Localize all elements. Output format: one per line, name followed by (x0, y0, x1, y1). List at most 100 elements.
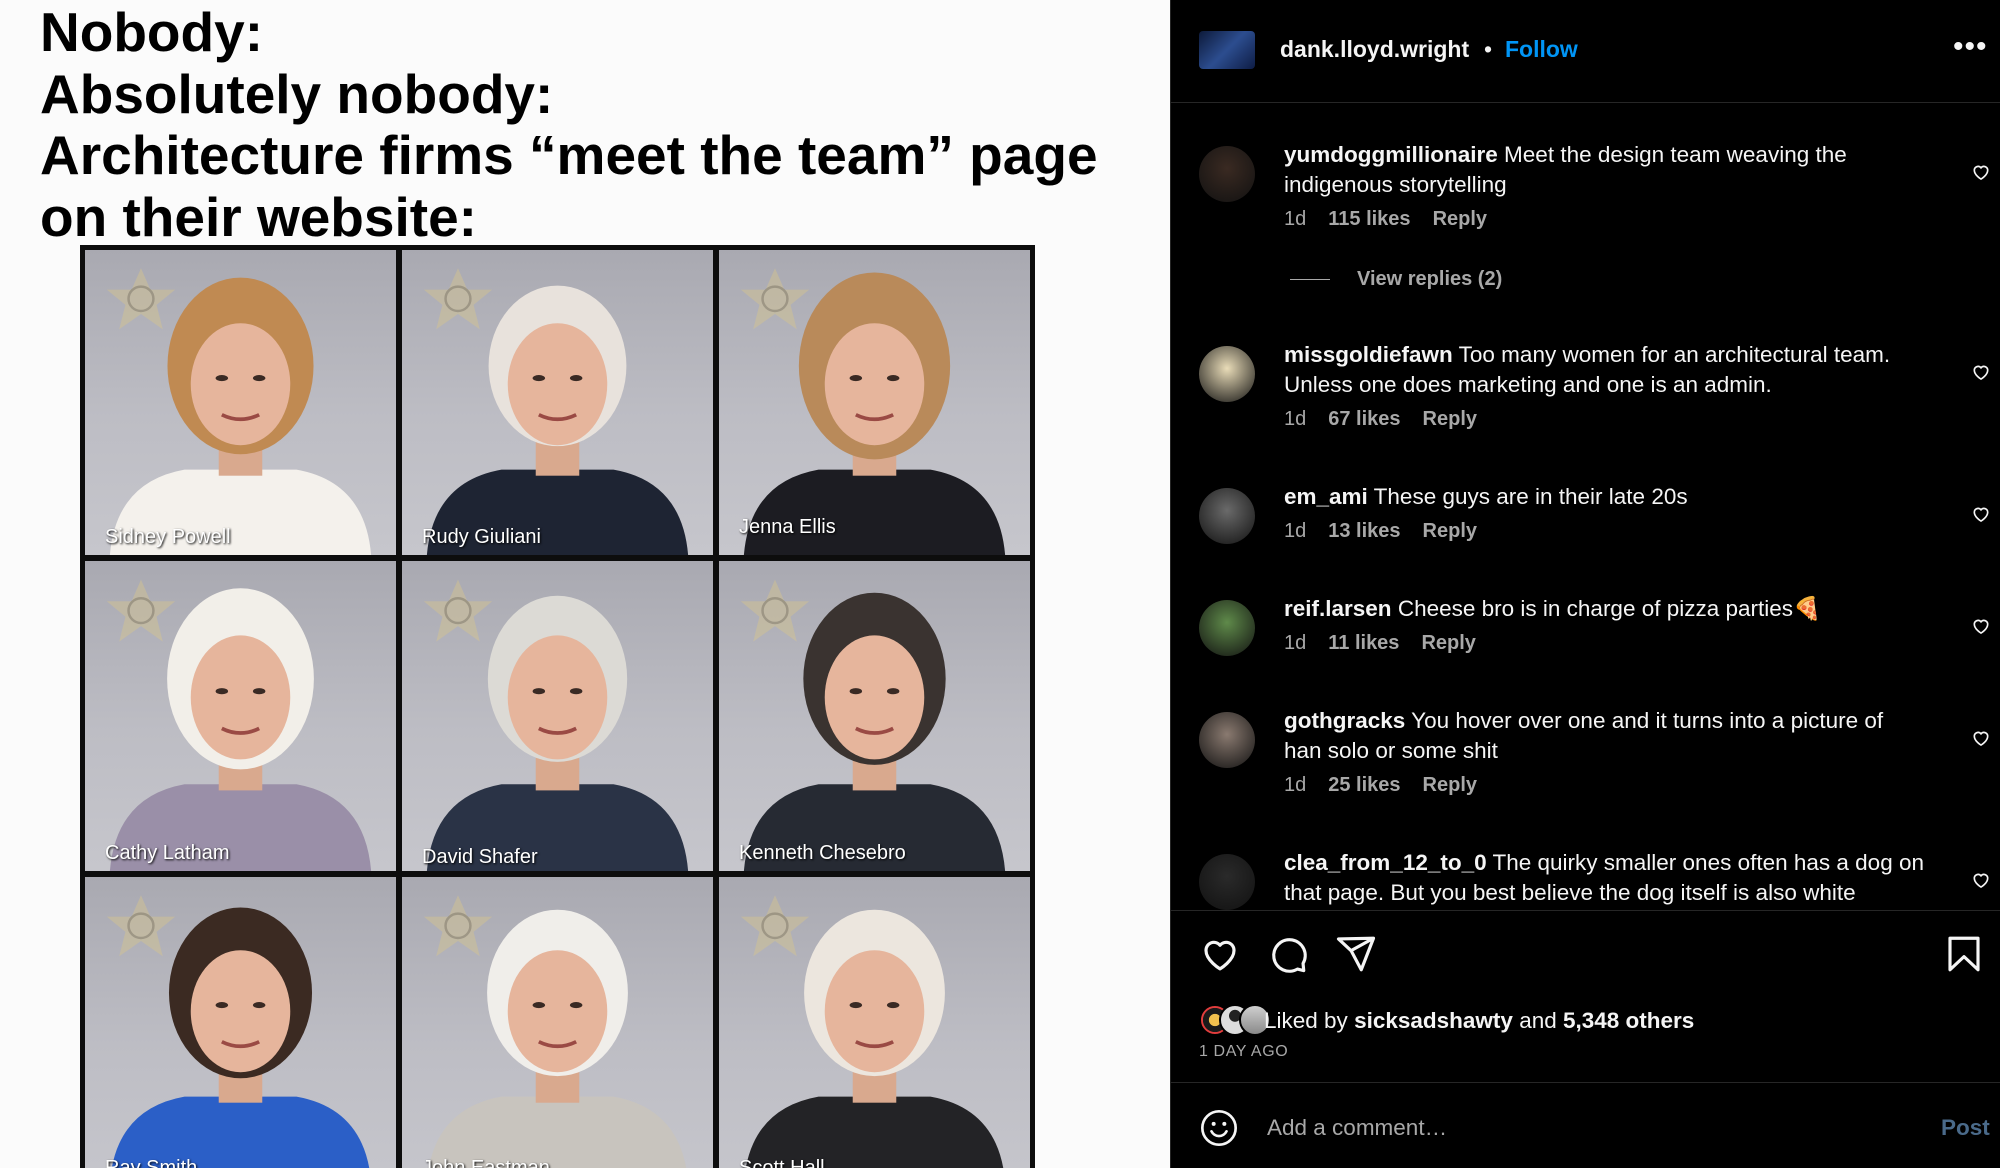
liked-by-and: and (1519, 1008, 1557, 1033)
share-icon[interactable] (1335, 933, 1377, 975)
reply-button[interactable]: Reply (1423, 774, 1477, 796)
follow-button[interactable]: Follow (1505, 36, 1578, 63)
commenter-avatar[interactable] (1199, 488, 1255, 544)
liked-by-user[interactable]: sicksadshawty (1354, 1008, 1513, 1033)
comment-body: em_ami These guys are in their late 20s (1284, 482, 1924, 512)
view-replies-button[interactable]: View replies (2) (1290, 268, 1502, 291)
likes-summary[interactable]: Liked by sicksadshawty and 5,348 others (1264, 1008, 1694, 1034)
comment-time[interactable]: 1d (1284, 520, 1306, 542)
comment-like-heart-icon[interactable] (1971, 870, 1991, 890)
face (507, 323, 608, 446)
commenter-avatar[interactable] (1199, 146, 1255, 202)
heart-icon[interactable] (1199, 933, 1241, 975)
comment-like-heart-icon[interactable] (1971, 162, 1991, 182)
post-comment-button[interactable]: Post (1941, 1115, 1990, 1141)
mugshot-tile: Kenneth Chesebro (719, 561, 1030, 871)
person-photo (423, 268, 689, 555)
reply-button[interactable]: Reply (1433, 208, 1487, 230)
post-image[interactable]: Nobody: Absolutely nobody: Architecture … (0, 0, 1170, 1168)
clothing (743, 469, 1006, 555)
liked-by-prefix: Liked by (1264, 1008, 1348, 1033)
meme-line: Absolutely nobody: (40, 62, 554, 125)
person-photo (740, 268, 1006, 555)
bookmark-icon[interactable] (1943, 933, 1985, 975)
liked-by-others[interactable]: 5,348 others (1563, 1008, 1694, 1033)
comment-body: yumdoggmillionaire Meet the design team … (1284, 140, 1924, 200)
separator-dot: • (1484, 36, 1493, 62)
mugshot-name-label: Kenneth Chesebro (739, 842, 906, 864)
person-photo (106, 579, 372, 871)
author-avatar[interactable] (1199, 31, 1255, 69)
sheriff-badge-icon (423, 579, 493, 642)
mugshot-tile: Scott Hall (719, 877, 1030, 1168)
more-options-icon[interactable]: ••• (1953, 30, 1988, 64)
comment-like-heart-icon[interactable] (1971, 362, 1991, 382)
comment-body: missgoldiefawn Too many women for an arc… (1284, 340, 1924, 400)
sheriff-badge-icon (106, 268, 176, 330)
comment-likes[interactable]: 67 likes (1328, 408, 1400, 430)
comment-likes[interactable]: 11 likes (1328, 632, 1399, 654)
comment-like-heart-icon[interactable] (1971, 728, 1991, 748)
comment-icon[interactable] (1267, 933, 1309, 975)
face (824, 950, 925, 1073)
comment-like-heart-icon[interactable] (1971, 504, 1991, 524)
person-photo (740, 895, 1004, 1168)
comment-meta: 1d 25 likes Reply (1284, 774, 1499, 797)
author-username[interactable]: dank.lloyd.wright (1280, 36, 1469, 63)
comment-input[interactable] (1267, 1111, 1867, 1145)
comment-like-heart-icon[interactable] (1971, 616, 1991, 636)
mugshot-tile: David Shafer (402, 561, 713, 871)
comment-time[interactable]: 1d (1284, 408, 1306, 430)
comment-likes[interactable]: 115 likes (1328, 208, 1410, 230)
commenter-username[interactable]: gothgracks (1284, 708, 1405, 733)
commenter-avatar[interactable] (1199, 600, 1255, 656)
comment-body: clea_from_12_to_0 The quirky smaller one… (1284, 848, 1924, 908)
comment-body: reif.larsen Cheese bro is in charge of p… (1284, 594, 1924, 624)
face (824, 635, 925, 760)
mugshot-name-label: John Eastman (422, 1157, 550, 1168)
comment-likes[interactable]: 25 likes (1328, 774, 1400, 796)
commenter-username[interactable]: yumdoggmillionaire (1284, 142, 1498, 167)
meme-line: Architecture firms “meet the team” page (40, 124, 1098, 186)
comment-meta: 1d 115 likes Reply (1284, 208, 1509, 231)
reply-button[interactable]: Reply (1423, 408, 1477, 430)
mugshot-name-label: Scott Hall (739, 1157, 825, 1168)
mugshot-name-label: Jenna Ellis (739, 516, 836, 538)
post-header: dank.lloyd.wright • Follow ••• (1171, 0, 2000, 103)
comment-time[interactable]: 1d (1284, 632, 1306, 654)
sheriff-badge-icon (423, 268, 493, 330)
mugshot-tile: Cathy Latham (85, 561, 396, 871)
person-photo (423, 895, 687, 1168)
mugshot-tile: Sidney Powell (85, 250, 396, 555)
emoji-icon[interactable] (1199, 1108, 1239, 1148)
meme-line: on their website: (40, 185, 477, 248)
commenter-username[interactable]: reif.larsen (1284, 596, 1392, 621)
commenter-avatar[interactable] (1199, 712, 1255, 768)
mugshot-tile: John Eastman (402, 877, 713, 1168)
comments-list[interactable]: yumdoggmillionaire Meet the design team … (1171, 104, 2000, 910)
commenter-username[interactable]: clea_from_12_to_0 (1284, 850, 1487, 875)
comment-text: These guys are in their late 20s (1373, 484, 1688, 509)
sheriff-badge-icon (106, 895, 176, 957)
comment-meta: 1d 11 likes Reply (1284, 632, 1498, 655)
face (507, 635, 608, 760)
reply-button[interactable]: Reply (1421, 632, 1475, 654)
commenter-username[interactable]: em_ami (1284, 484, 1368, 509)
post-timestamp[interactable]: 1 DAY AGO (1199, 1043, 1288, 1061)
commenter-avatar[interactable] (1199, 854, 1255, 910)
commenter-avatar[interactable] (1199, 346, 1255, 402)
comment-meta: 1d 67 likes Reply (1284, 408, 1499, 431)
comment-likes[interactable]: 13 likes (1328, 520, 1400, 542)
face (190, 635, 291, 760)
mugshot-tile: Jenna Ellis (719, 250, 1030, 555)
mugshot-name-label: Rudy Giuliani (422, 526, 541, 548)
reply-button[interactable]: Reply (1423, 520, 1477, 542)
meme-caption: Nobody: Absolutely nobody: Architecture … (40, 1, 1160, 248)
mugshot-name-label: David Shafer (422, 846, 538, 868)
commenter-username[interactable]: missgoldiefawn (1284, 342, 1453, 367)
comments-panel: dank.lloyd.wright • Follow ••• yumdoggmi… (1170, 0, 2000, 1168)
comment-time[interactable]: 1d (1284, 208, 1306, 230)
person-photo (106, 268, 372, 555)
mugshot-tile: Ray Smith (85, 877, 396, 1168)
comment-time[interactable]: 1d (1284, 774, 1306, 796)
